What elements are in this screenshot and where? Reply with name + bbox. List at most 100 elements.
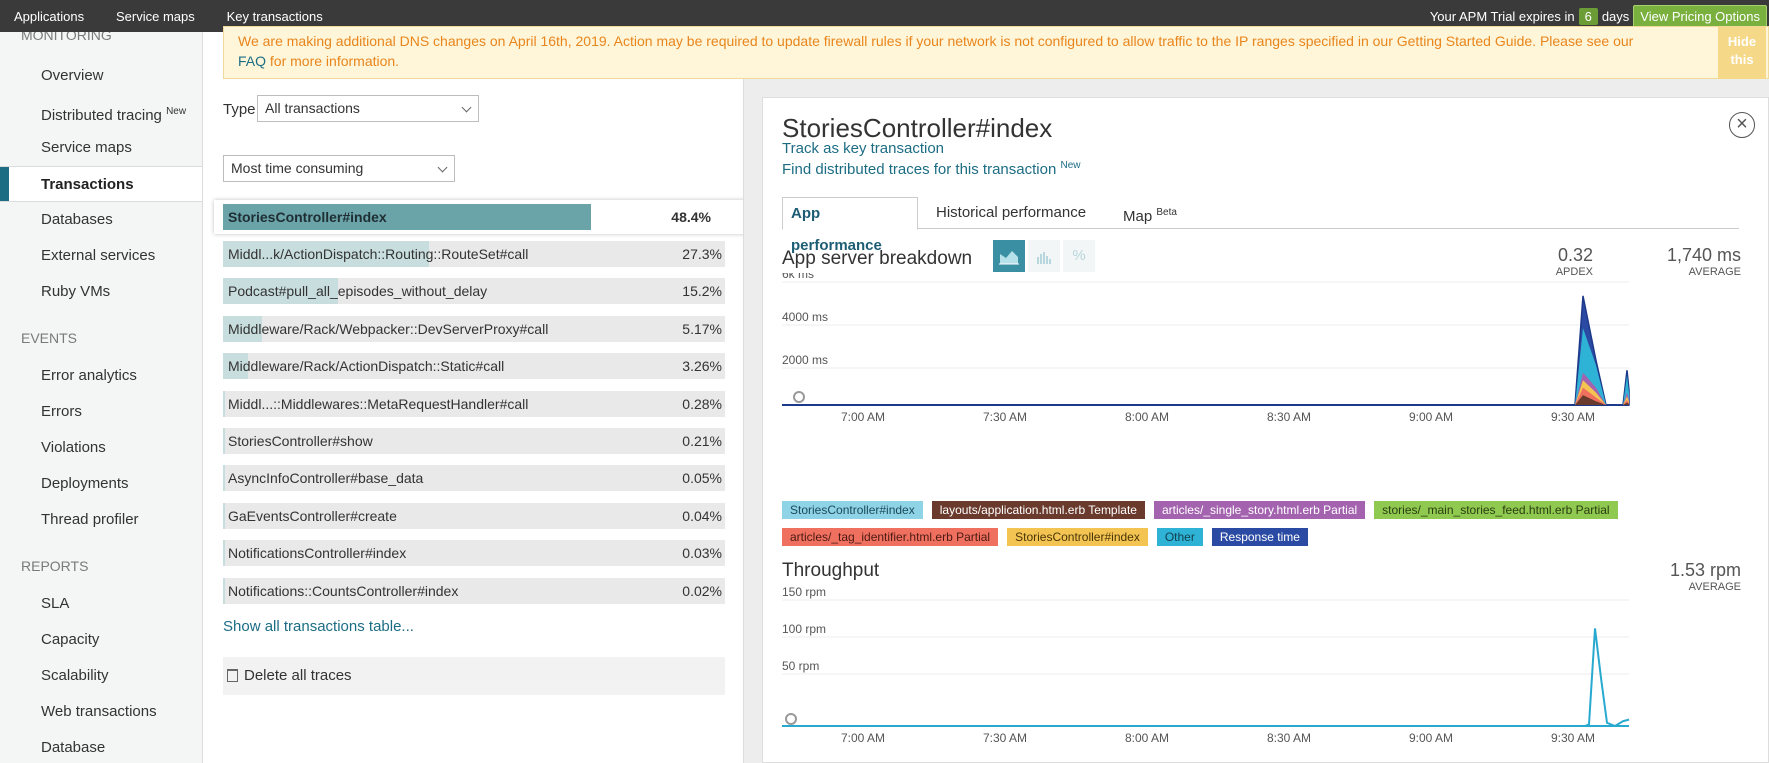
throughput-chart[interactable]: 150 rpm 100 rpm 50 rpm 7:00 AM 7:30 AM 8:00 A… (763, 586, 1763, 761)
chevron-down-icon (461, 102, 472, 113)
breakdown-legend: StoriesController#index layouts/applicati… (782, 501, 1742, 555)
nav-applications[interactable]: Applications (14, 9, 84, 24)
legend-item[interactable]: Response time (1211, 528, 1308, 546)
sidebar-item-scalability[interactable]: Scalability (0, 658, 202, 694)
transaction-name: NotificationsController#index (228, 545, 407, 562)
breakdown-title: App server breakdown (782, 248, 973, 269)
tab-map[interactable]: Map Beta (1115, 197, 1185, 230)
transaction-share-bar (223, 540, 225, 567)
find-traces-label: Find distributed traces for this transac… (782, 161, 1057, 178)
transaction-name: StoriesController#show (228, 432, 373, 449)
sidebar-item-databases[interactable]: Databases (0, 202, 202, 238)
legend-item[interactable]: Other (1156, 528, 1203, 546)
sidebar-section-reports: REPORTS (21, 558, 89, 574)
hide-button-line2: this (1730, 52, 1754, 67)
legend-item[interactable]: StoriesController#index (782, 501, 923, 519)
trial-text: Your APM Trial expires in (1429, 8, 1575, 24)
transaction-row[interactable]: Middleware/Rack/Webpacker::DevServerProx… (223, 315, 725, 342)
sidebar-item-label: Ruby VMs (41, 283, 111, 300)
nav-service-maps[interactable]: Service maps (116, 9, 195, 24)
legend-item[interactable]: layouts/application.html.erb Template (931, 501, 1145, 519)
transaction-row[interactable]: Middl...::Middlewares::MetaRequestHandle… (223, 390, 725, 417)
sidebar-item-error-analytics[interactable]: Error analytics (0, 358, 202, 394)
sidebar-section-events: EVENTS (21, 330, 78, 346)
transaction-name: Middl...::Middlewares::MetaRequestHandle… (228, 395, 529, 412)
type-select[interactable]: All transactions (257, 95, 479, 122)
tab-historical-performance[interactable]: Historical performance (928, 197, 1094, 230)
transaction-name: Notifications::CountsController#index (228, 582, 459, 599)
sidebar-item-label: Transactions (41, 176, 134, 193)
transaction-row[interactable]: AsyncInfoController#base_data 0.05% (223, 465, 725, 492)
transaction-row[interactable]: Middl...k/ActionDispatch::Routing::Route… (223, 241, 725, 267)
transaction-row[interactable]: GaEventsController#create 0.04% (223, 502, 725, 529)
x-tick-label: 7:30 AM (983, 410, 1027, 424)
transaction-percent: 0.21% (682, 432, 722, 449)
transaction-name: Podcast#pull_all_episodes_without_delay (228, 283, 488, 300)
sidebar-item-violations[interactable]: Violations (0, 430, 202, 466)
transaction-percent: 5.17% (682, 320, 722, 337)
find-distributed-traces-link[interactable]: Find distributed traces for this transac… (782, 160, 1080, 178)
sidebar-item-errors[interactable]: Errors (0, 394, 202, 430)
sidebar-item-label: Service maps (41, 139, 132, 156)
sidebar-item-overview[interactable]: Overview (0, 58, 202, 94)
close-icon[interactable]: × (1729, 112, 1755, 138)
x-tick-label: 9:30 AM (1551, 410, 1595, 424)
x-tick-label: 8:30 AM (1267, 731, 1311, 745)
sidebar-section-monitoring: MONITORING (21, 32, 112, 43)
transaction-row[interactable]: StoriesController#show 0.21% (223, 427, 725, 454)
transaction-row[interactable]: Podcast#pull_all_episodes_without_delay 1… (223, 278, 725, 305)
sidebar-item-label: Overview (41, 67, 104, 84)
average-value: 1,740 ms (1666, 245, 1741, 265)
transaction-percent: 15.2% (682, 283, 722, 300)
hide-banner-button[interactable]: Hide this (1718, 27, 1766, 79)
sort-select-value: Most time consuming (231, 160, 364, 176)
sidebar-item-external-services[interactable]: External services (0, 238, 202, 274)
transaction-row[interactable]: Notifications::CountsController#index 0.0… (223, 577, 725, 604)
tab-app-performance[interactable]: App performance (782, 197, 918, 254)
sidebar-item-service-maps[interactable]: Service maps (0, 130, 202, 166)
track-key-transaction-link[interactable]: Track as key transaction (782, 140, 944, 157)
sidebar-item-web-transactions[interactable]: Web transactions (0, 694, 202, 730)
transaction-share-bar (223, 502, 225, 529)
transaction-row[interactable]: NotificationsController#index 0.03% (223, 540, 725, 567)
transaction-percent: 48.4% (671, 209, 711, 225)
sidebar-item-transactions[interactable]: Transactions (0, 166, 202, 202)
delete-all-traces-button[interactable]: Delete all traces (223, 657, 725, 695)
throughput-line (1571, 628, 1630, 728)
transaction-row[interactable]: StoriesController#index 48.4% (214, 200, 757, 234)
transaction-row[interactable]: Middleware/Rack/ActionDispatch::Static#c… (223, 353, 725, 380)
new-badge: New (166, 106, 187, 117)
legend-item[interactable]: articles/_single_story.html.erb Partial (1153, 501, 1366, 519)
transaction-percent: 0.05% (682, 470, 722, 487)
app-server-breakdown-chart[interactable]: 6k ms 4000 ms 2000 ms 7:00 AM 7:30 AM 8:00 AM… (763, 273, 1763, 428)
trash-icon (227, 669, 238, 682)
sidebar-item-sla[interactable]: SLA (0, 586, 202, 622)
area-chart-icon[interactable] (993, 240, 1025, 272)
sort-select[interactable]: Most time consuming (223, 155, 455, 182)
faq-link[interactable]: FAQ (238, 53, 266, 69)
x-tick-label: 8:00 AM (1125, 731, 1169, 745)
legend-item[interactable]: StoriesController#index (1007, 528, 1148, 546)
sidebar-item-deployments[interactable]: Deployments (0, 466, 202, 502)
sidebar-item-thread-profiler[interactable]: Thread profiler (0, 502, 202, 538)
view-pricing-button[interactable]: View Pricing Options (1633, 4, 1767, 28)
transaction-name: GaEventsController#create (228, 507, 397, 524)
x-tick-label: 9:30 AM (1551, 731, 1595, 745)
sidebar-item-distributed-tracing[interactable]: Distributed tracing New (0, 94, 202, 130)
detail-tabs: App performance Historical performance M… (782, 197, 1739, 254)
sidebar-item-database[interactable]: Database (0, 730, 202, 763)
show-all-transactions-link[interactable]: Show all transactions table... (223, 618, 414, 635)
sidebar-item-ruby-vms[interactable]: Ruby VMs (0, 274, 202, 310)
sidebar-item-capacity[interactable]: Capacity (0, 622, 202, 658)
legend-item[interactable]: articles/_tag_identifier.html.erb Partia… (782, 528, 999, 546)
bar-chart-icon[interactable] (1028, 240, 1060, 272)
transactions-list-pane: Type All transactions Most time consumin… (203, 79, 757, 763)
legend-item[interactable]: stories/_main_stories_feed.html.erb Part… (1374, 501, 1618, 519)
area-chart-glyph (999, 251, 1019, 265)
type-label: Type (223, 101, 256, 118)
beta-badge: Beta (1156, 207, 1177, 218)
transaction-percent: 27.3% (682, 246, 722, 262)
percent-icon[interactable]: % (1063, 240, 1095, 272)
nav-key-transactions[interactable]: Key transactions (227, 9, 323, 24)
x-tick-label: 9:00 AM (1409, 410, 1453, 424)
